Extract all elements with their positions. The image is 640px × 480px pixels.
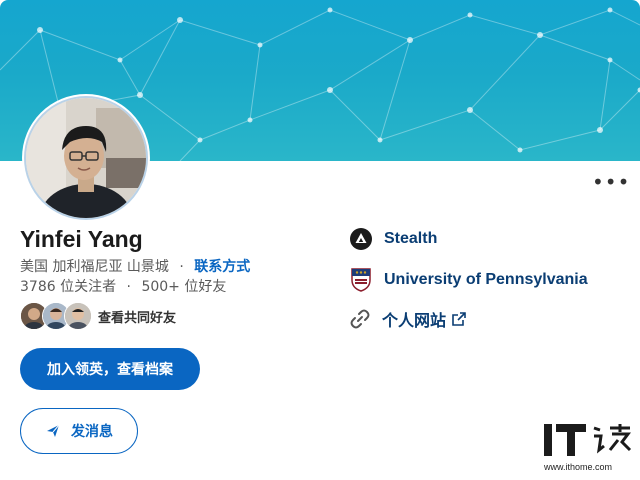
message-button-label: 发消息 [71,424,113,440]
location-separator: · [179,259,184,275]
location-text: 美国 加利福尼亚 山景城 [20,259,169,275]
contact-info-link[interactable]: 联系方式 [194,259,250,275]
connections-count: 500+ 位好友 [141,279,227,295]
company-name[interactable]: Stealth [384,230,437,248]
followers-line: 3786 位关注者 · 500+ 位好友 [20,276,226,296]
watermark-url: www.ithome.com [544,462,613,472]
message-button[interactable]: 发消息 [20,408,138,454]
profile-card: ••• Yinfei Yang 美国 加利福尼亚 山景城 · 联系方式 3786… [0,0,640,480]
website-link[interactable]: 个人网站 [350,307,466,331]
followers-separator: · [126,279,131,295]
external-link-icon [452,312,466,326]
send-icon [47,424,60,437]
followers-count: 3786 位关注者 [20,279,117,295]
website-label[interactable]: 个人网站 [382,307,446,331]
mutual-avatar-3 [64,302,92,330]
location-line: 美国 加利福尼亚 山景城 · 联系方式 [20,256,250,276]
profile-name: Yinfei Yang [20,226,143,252]
avatar-photo [26,98,146,218]
mutual-avatars [20,302,94,330]
more-options-button[interactable]: ••• [592,172,629,192]
company-logo-icon [350,228,372,250]
ithome-logo-icon [544,424,632,456]
experience-company[interactable]: Stealth [350,228,437,250]
link-icon [350,309,370,329]
ithome-watermark: www.ithome.com [544,420,636,476]
school-name[interactable]: University of Pennsylvania [384,271,588,289]
education-school[interactable]: University of Pennsylvania [350,268,588,292]
join-to-view-profile-button[interactable]: 加入领英，查看档案 [20,348,200,390]
mutual-connections[interactable]: 查看共同好友 [20,302,176,330]
university-shield-icon [351,268,371,292]
mutual-connections-label[interactable]: 查看共同好友 [98,307,176,326]
avatar[interactable] [26,98,146,218]
